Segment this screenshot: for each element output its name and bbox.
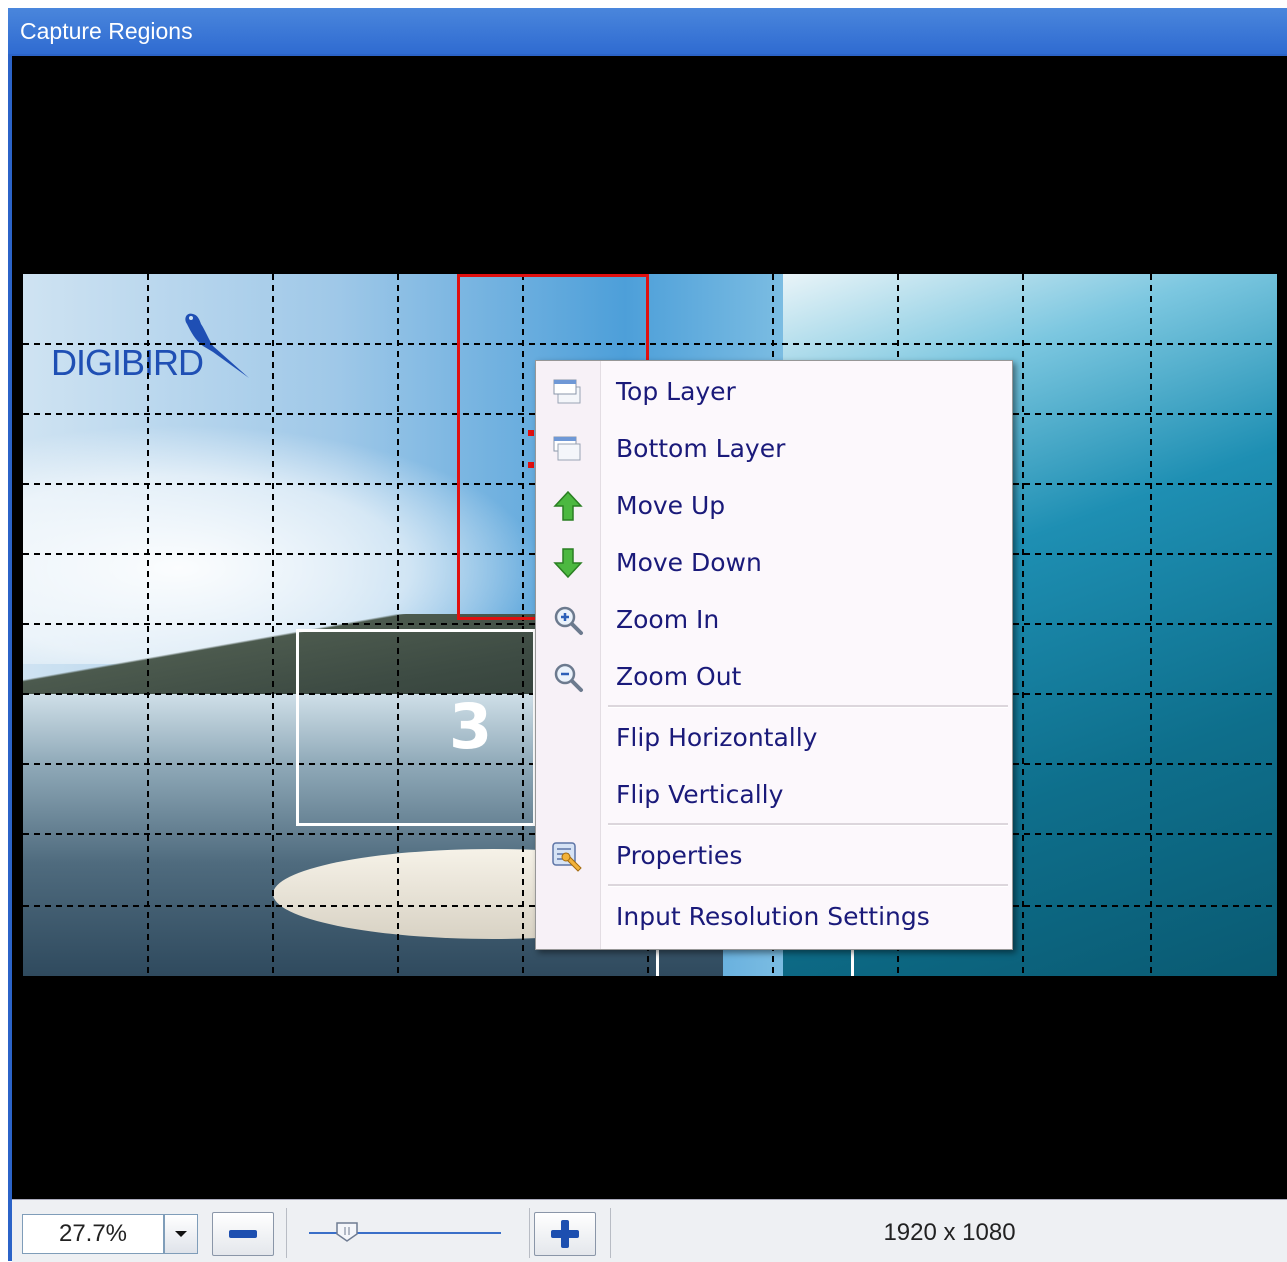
menu-separator [608, 823, 1008, 826]
zoom-slider-thumb[interactable] [335, 1222, 359, 1242]
menu-item-label: Zoom Out [616, 662, 742, 691]
menu-item-label: Flip Vertically [616, 780, 784, 809]
properties-icon [550, 838, 586, 874]
menu-separator [608, 705, 1008, 708]
top-layer-icon [550, 374, 586, 410]
menu-item-flip-horizontally[interactable]: Flip Horizontally [536, 709, 1012, 766]
zoom-out-icon [550, 659, 586, 695]
menu-item-move-up[interactable]: Move Up [536, 477, 1012, 534]
menu-item-top-layer[interactable]: Top Layer [536, 363, 1012, 420]
menu-item-move-down[interactable]: Move Down [536, 534, 1012, 591]
resize-handle[interactable] [528, 430, 534, 436]
menu-item-zoom-in[interactable]: Zoom In [536, 591, 1012, 648]
plus-icon [551, 1220, 579, 1248]
menu-item-label: Properties [616, 841, 743, 870]
zoom-dropdown-button[interactable] [164, 1214, 198, 1254]
minus-icon [229, 1230, 257, 1238]
menu-item-input-resolution-settings[interactable]: Input Resolution Settings [536, 888, 1012, 945]
status-bar: 27.7% 1920 x 1080 [12, 1199, 1287, 1262]
menu-item-label: Zoom In [616, 605, 720, 634]
menu-item-label: Move Down [616, 548, 762, 577]
zoom-value-field[interactable]: 27.7% [22, 1214, 164, 1254]
menu-item-label: Top Layer [616, 377, 736, 406]
chevron-down-icon [175, 1231, 187, 1237]
menu-item-label: Move Up [616, 491, 726, 520]
menu-item-label: Bottom Layer [616, 434, 786, 463]
zoom-out-button[interactable] [212, 1212, 274, 1256]
menu-item-zoom-out[interactable]: Zoom Out [536, 648, 1012, 705]
capture-region-3[interactable]: 3 [296, 629, 536, 826]
context-menu: Top Layer Bottom Layer Move Up Move Down… [535, 360, 1013, 950]
zoom-in-button[interactable] [534, 1212, 596, 1256]
zoom-in-icon [550, 602, 586, 638]
input-resolution-readout: 1920 x 1080 [610, 1208, 1287, 1258]
resize-handle[interactable] [528, 462, 534, 468]
bottom-layer-icon [550, 431, 586, 467]
arrow-down-icon [550, 545, 586, 581]
menu-item-label: Flip Horizontally [616, 723, 818, 752]
menu-item-flip-vertically[interactable]: Flip Vertically [536, 766, 1012, 823]
region-number: 3 [449, 690, 493, 763]
menu-item-label: Input Resolution Settings [616, 902, 930, 931]
menu-item-bottom-layer[interactable]: Bottom Layer [536, 420, 1012, 477]
menu-item-properties[interactable]: Properties [536, 827, 1012, 884]
arrow-up-icon [550, 488, 586, 524]
zoom-slider[interactable] [286, 1208, 530, 1258]
window-title: Capture Regions [8, 8, 1287, 54]
menu-separator [608, 884, 1008, 887]
